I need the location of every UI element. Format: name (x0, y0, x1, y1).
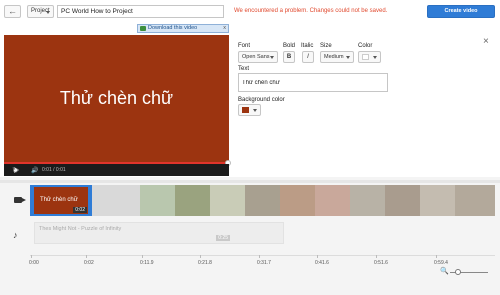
thumbnail (140, 185, 175, 216)
download-video-bar[interactable]: Download this video x (137, 24, 229, 33)
thumbnail (175, 185, 210, 216)
thumbnail (210, 185, 245, 216)
bold-button[interactable]: B (283, 51, 295, 63)
overlay-text-input[interactable] (238, 73, 388, 92)
text-clip[interactable]: Thử chèn chữ 0:02 (30, 185, 92, 216)
font-select[interactable]: Open Sans (238, 51, 278, 63)
zoom-control[interactable]: 🔍 (440, 268, 490, 276)
top-bar: ← Project We encountered a problem. Chan… (0, 0, 500, 24)
close-icon[interactable]: x (223, 25, 226, 32)
color-chip (362, 54, 369, 60)
error-message: We encountered a problem. Changes could … (234, 8, 388, 14)
chevron-down-icon (373, 56, 377, 59)
thumbnail (245, 185, 280, 216)
player-controls: 🔊 0:01 / 0:01 (4, 164, 229, 176)
tick-label: 0:41.6 (315, 260, 329, 266)
download-label: Download this video (148, 25, 198, 31)
tick-label: 0:00 (29, 260, 39, 266)
font-label: Font (238, 43, 251, 49)
audio-duration: 0:25 (216, 235, 230, 241)
color-label: Color (358, 43, 373, 49)
thumbnail (350, 185, 385, 216)
tick-mark (436, 255, 437, 258)
tick-mark (376, 255, 377, 258)
chevron-down-icon (346, 56, 350, 59)
chevron-down-icon (270, 56, 274, 59)
back-button[interactable]: ← (4, 5, 21, 18)
tick-label: 0:59.4 (434, 260, 448, 266)
bold-label: Bold (283, 43, 296, 49)
video-preview[interactable]: Thử chèn chữ (4, 35, 229, 162)
download-icon (140, 26, 146, 31)
tick-label: 0:11.9 (140, 260, 154, 266)
audio-track-label: Thes Might Not - Puzzle of Infinity (39, 226, 122, 232)
clip-start-handle[interactable] (30, 185, 34, 216)
text-color-picker[interactable] (358, 51, 381, 63)
italic-label: Italic (301, 43, 314, 49)
project-title-input[interactable] (57, 5, 224, 18)
volume-icon[interactable]: 🔊 (31, 167, 38, 174)
text-label: Text (238, 66, 250, 72)
background-color-picker[interactable] (238, 104, 261, 116)
clip-label: Thử chèn chữ (40, 197, 78, 203)
preview-caption: Thử chèn chữ (59, 88, 174, 108)
tick-mark (317, 255, 318, 258)
font-value: Open Sans (242, 54, 270, 60)
magnifier-icon: 🔍 (440, 268, 449, 275)
timeline-header-strip (0, 180, 500, 183)
tick-label: 0:02 (84, 260, 94, 266)
left-arrow-icon: ← (8, 6, 17, 16)
chevron-down-icon (46, 11, 50, 14)
zoom-handle[interactable] (454, 269, 461, 275)
music-note-icon: ♪ (13, 230, 18, 240)
tick-label: 0:31.7 (257, 260, 271, 266)
tick-mark (259, 255, 260, 258)
tick-mark (200, 255, 201, 258)
clip-duration: 0:02 (73, 207, 87, 213)
audio-track[interactable]: Thes Might Not - Puzzle of Infinity 0:25 (34, 222, 284, 244)
close-icon[interactable]: × (483, 36, 489, 47)
tick-mark (142, 255, 143, 258)
thumbnail (455, 185, 495, 216)
thumbnail (315, 185, 350, 216)
video-camera-icon (14, 197, 26, 203)
size-label: Size (320, 43, 332, 49)
thumbnail (420, 185, 455, 216)
italic-button[interactable]: I (302, 51, 314, 63)
tick-label: 0:51.6 (374, 260, 388, 266)
tick-mark (86, 255, 87, 258)
thumbnail (280, 185, 315, 216)
thumbnail (385, 185, 420, 216)
project-menu-button[interactable]: Project (27, 5, 54, 18)
size-value: Medium (324, 54, 344, 60)
timeline-ruler (30, 255, 495, 256)
tick-label: 0:21.8 (198, 260, 212, 266)
background-color-label: Background color (238, 97, 285, 103)
video-thumbnails[interactable] (140, 185, 495, 216)
chevron-down-icon (253, 109, 257, 112)
undo-icon[interactable]: ↻ (12, 166, 19, 175)
clip-end-handle[interactable] (88, 185, 92, 216)
create-video-button[interactable]: Create video (427, 5, 495, 18)
background-color-chip (242, 107, 249, 113)
size-select[interactable]: Medium (320, 51, 354, 63)
tick-mark (31, 255, 32, 258)
playback-time: 0:01 / 0:01 (42, 167, 66, 173)
